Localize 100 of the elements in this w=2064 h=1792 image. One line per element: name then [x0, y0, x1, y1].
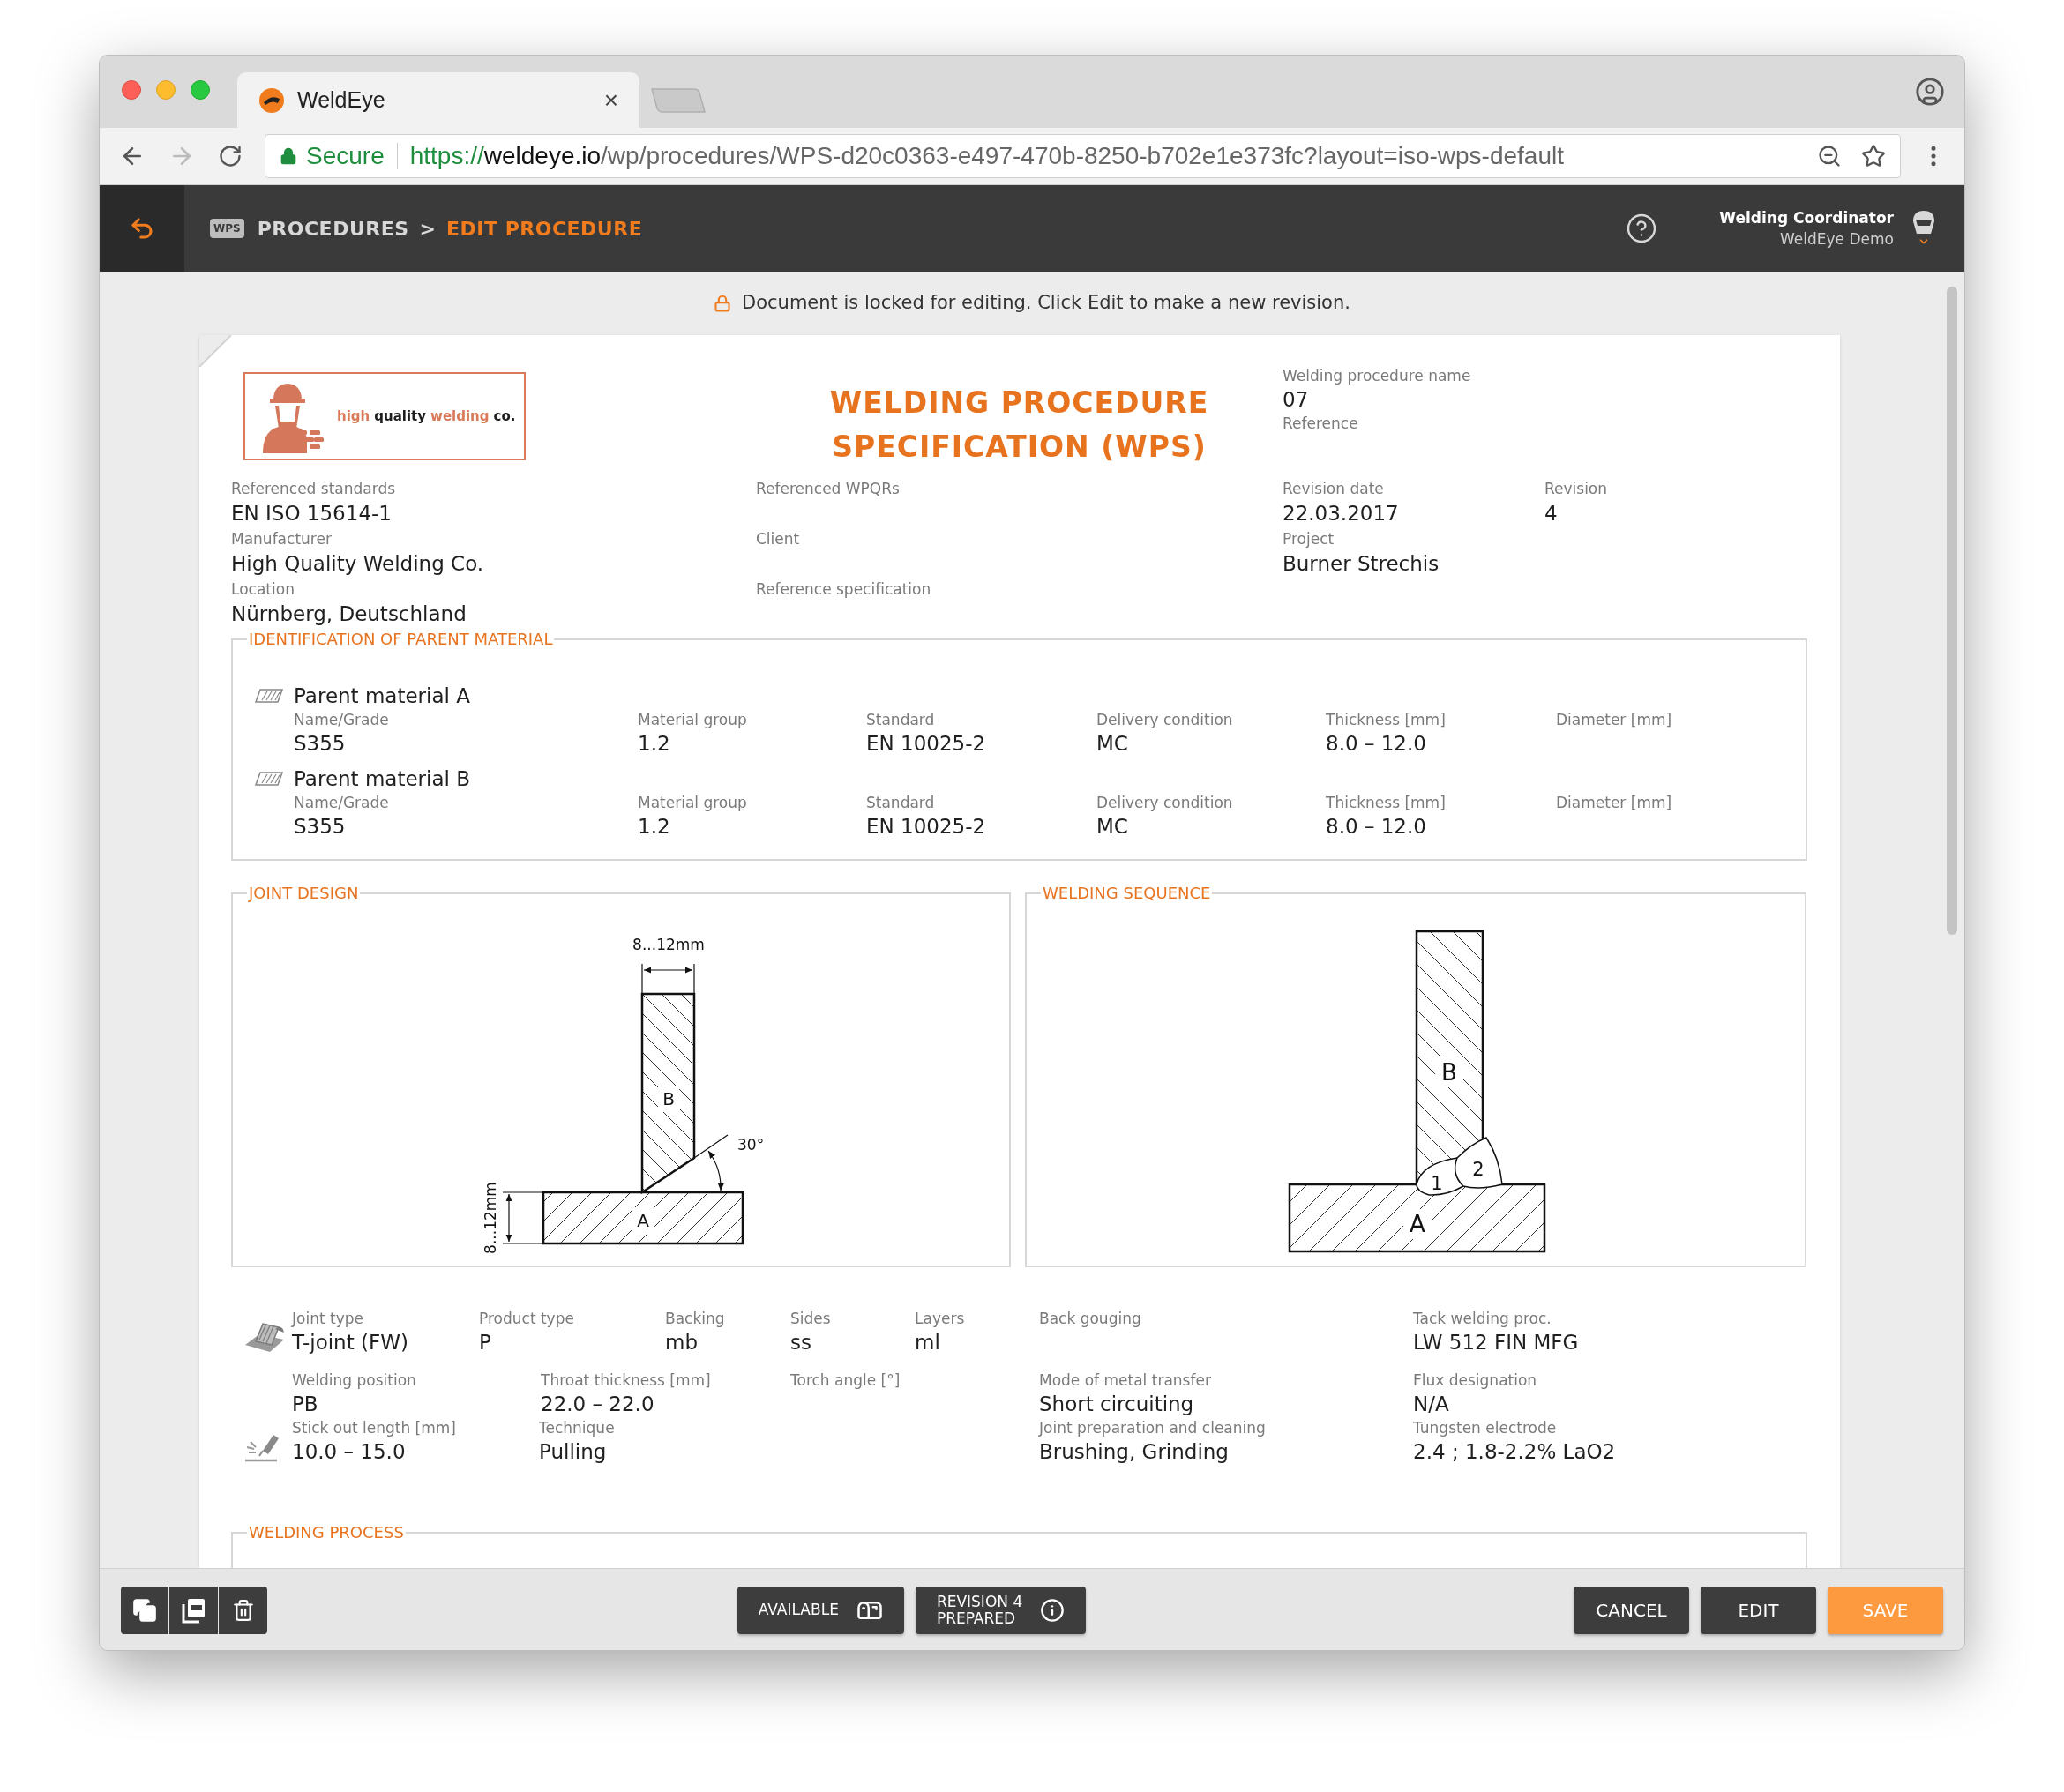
dimension-label: 8...12mm — [482, 1182, 499, 1254]
logo-word: high — [337, 407, 370, 426]
field-value: Nürnberg, Deutschland — [231, 601, 467, 627]
breadcrumb-separator: > — [419, 216, 436, 242]
material-title: Parent material B — [294, 765, 471, 792]
field-label: Revision — [1544, 479, 1608, 499]
document-title: WELDING PROCEDURE — [829, 385, 1209, 422]
field-value: EN ISO 15614-1 — [231, 501, 392, 526]
field-label: Sides — [790, 1309, 831, 1329]
field-value: High Quality Welding Co. — [231, 551, 484, 577]
field-label: Diameter [mm] — [1556, 793, 1672, 813]
field-value: 8.0 – 12.0 — [1326, 814, 1426, 840]
field-label: Delivery condition — [1096, 710, 1233, 730]
logo-word: welding — [430, 407, 490, 426]
plate-label: A — [1410, 1211, 1425, 1237]
field-label: Manufacturer — [231, 529, 332, 549]
field-label: Stick out length [mm] — [292, 1418, 456, 1438]
locked-notice: Document is locked for editing. Click Edit to make a new revision. — [742, 291, 1350, 316]
pass-label: 2 — [1472, 1159, 1484, 1180]
field-value: 1.2 — [638, 731, 670, 757]
action-button[interactable]: EDIT — [1701, 1586, 1816, 1634]
plate-label: B — [662, 1088, 675, 1109]
field-value: P — [479, 1330, 491, 1355]
field-label: Layers — [915, 1309, 965, 1329]
plate-label: B — [1441, 1059, 1457, 1086]
material-title: Parent material A — [294, 683, 470, 709]
field-label: Flux designation — [1413, 1370, 1537, 1391]
field-label: Material group — [638, 710, 747, 730]
user-role: Welding Coordinator — [1719, 208, 1894, 228]
field-label: Welding procedure name — [1283, 366, 1471, 386]
dimension-label: 8...12mm — [632, 936, 705, 953]
field-label: Technique — [539, 1418, 615, 1438]
field-value: N/A — [1413, 1392, 1449, 1417]
field-value: 1.2 — [638, 814, 670, 840]
section-legend: WELDING PROCESS — [247, 1522, 406, 1543]
breadcrumb-link[interactable]: PROCEDURES — [257, 213, 409, 243]
field-value: ml — [915, 1330, 940, 1355]
field-value: 8.0 – 12.0 — [1326, 731, 1426, 757]
field-label: Welding position — [292, 1370, 416, 1391]
section-legend: IDENTIFICATION OF PARENT MATERIAL — [247, 629, 555, 650]
field-label: Back gouging — [1039, 1309, 1141, 1329]
field-value: PB — [292, 1392, 318, 1417]
field-label: Location — [231, 579, 295, 600]
plate-label: A — [637, 1210, 649, 1231]
section-legend: WELDING SEQUENCE — [1041, 885, 1213, 904]
wps-badge: WPS — [210, 219, 244, 238]
status-button[interactable]: REVISION 4 PREPARED — [915, 1586, 1087, 1634]
pass-label: 1 — [1431, 1173, 1443, 1194]
angle-label: 30° — [737, 1136, 765, 1154]
breadcrumb-link[interactable]: EDIT PROCEDURE — [446, 213, 643, 243]
field-label: Client — [756, 529, 800, 549]
action-button[interactable]: CANCEL — [1574, 1586, 1689, 1634]
field-value: 10.0 – 15.0 — [292, 1439, 406, 1465]
field-value: Short circuiting — [1039, 1392, 1194, 1417]
field-label: Standard — [866, 710, 935, 730]
field-value: S355 — [294, 731, 346, 757]
section-legend: JOINT DESIGN — [247, 885, 361, 904]
field-label: Product type — [479, 1309, 574, 1329]
field-label: Name/Grade — [294, 710, 389, 730]
status-button[interactable]: AVAILABLE — [737, 1586, 904, 1634]
field-value: 22.03.2017 — [1283, 501, 1399, 526]
field-label: Tack welding proc. — [1413, 1309, 1552, 1329]
field-label: Referenced WPQRs — [756, 479, 900, 499]
field-label: Thickness [mm] — [1326, 710, 1446, 730]
field-label: Reference — [1283, 414, 1358, 434]
address-field[interactable]: Secure https://weldeye.io/wp/procedures/WPS-d20c0363-e497-470b-8250-b702e1e373fc?layout=iso-wps-default — [265, 134, 1901, 178]
field-label: Throat thickness [mm] — [541, 1370, 711, 1391]
field-label: Joint preparation and cleaning — [1039, 1418, 1266, 1438]
field-label: Tungsten electrode — [1413, 1418, 1557, 1438]
field-label: Revision date — [1283, 479, 1384, 499]
field-label: Standard — [866, 793, 935, 813]
field-value: ss — [790, 1330, 811, 1355]
field-value: mb — [665, 1330, 698, 1355]
tab-close-button[interactable]: × — [603, 87, 618, 113]
field-label: Diameter [mm] — [1556, 710, 1672, 730]
field-label: Torch angle [°] — [790, 1370, 901, 1391]
field-value: EN 10025-2 — [866, 814, 986, 840]
field-value: Pulling — [539, 1439, 607, 1465]
field-label: Joint type — [292, 1309, 363, 1329]
logo-word: co. — [493, 407, 516, 426]
field-label: Backing — [665, 1309, 725, 1329]
browser-tab[interactable]: WeldEye × — [237, 72, 639, 128]
field-value: LW 512 FIN MFG — [1413, 1330, 1579, 1355]
user-organization: WeldEye Demo — [1780, 229, 1894, 250]
field-value: 07 — [1283, 387, 1309, 413]
field-label: Mode of metal transfer — [1039, 1370, 1211, 1391]
field-value: EN 10025-2 — [866, 731, 986, 757]
tab-title: WeldEye — [297, 86, 386, 114]
logo-word: quality — [374, 407, 427, 426]
field-value: S355 — [294, 814, 346, 840]
field-value: MC — [1096, 731, 1128, 757]
field-value: 22.0 – 22.0 — [541, 1392, 654, 1417]
field-label: Reference specification — [756, 579, 931, 600]
field-label: Delivery condition — [1096, 793, 1233, 813]
document-title: SPECIFICATION (WPS) — [832, 429, 1207, 466]
field-label: Name/Grade — [294, 793, 389, 813]
field-value: 2.4 ; 1.8-2.2% LaO2 — [1413, 1439, 1616, 1465]
field-value: T-joint (FW) — [292, 1330, 408, 1355]
url-text: https://weldeye.io/wp/procedures/WPS-d20c0363-e497-470b-8250-b702e1e373fc?layout=iso-wps-default — [409, 141, 1565, 171]
secure-label: Secure — [306, 141, 385, 171]
